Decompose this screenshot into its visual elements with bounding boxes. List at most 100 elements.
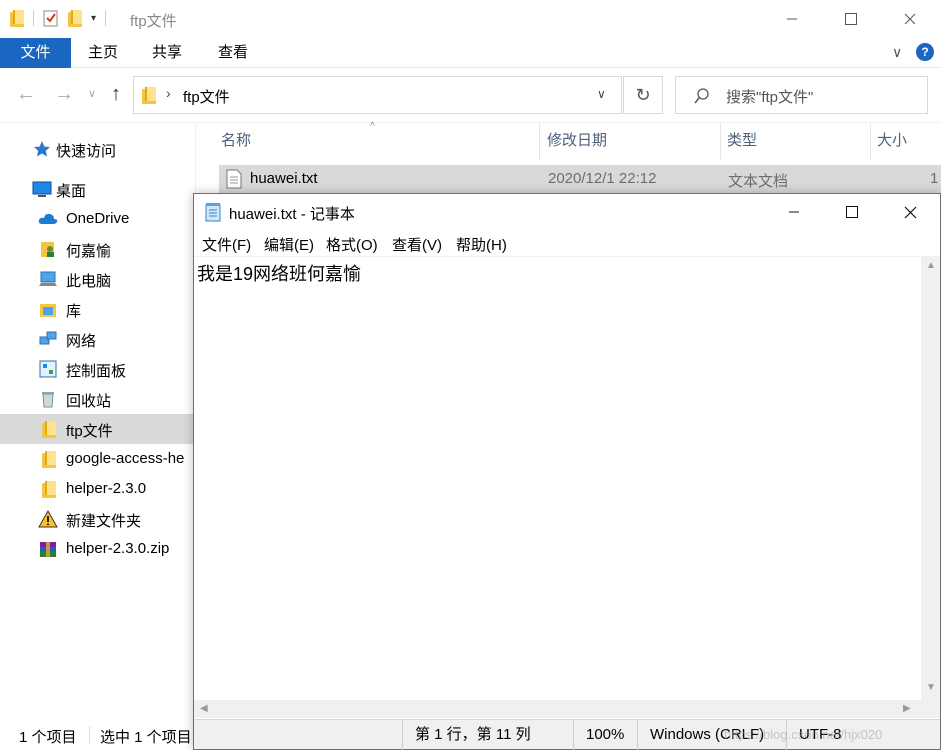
scroll-right-icon[interactable]: ▶ — [903, 703, 911, 714]
notepad-window: huawei.txt - 记事本 文件(F) 编辑(E) 格式(O) 查看(V)… — [193, 193, 941, 750]
column-header-size[interactable]: 大小 — [871, 124, 941, 160]
status-item-count: 1 个项目 — [19, 729, 77, 746]
folder-icon — [42, 420, 56, 438]
properties-icon[interactable] — [43, 9, 59, 27]
sidebar-item-label: 何嘉愉 — [66, 243, 112, 260]
sidebar-item-label: OneDrive — [66, 210, 130, 227]
sidebar-item-label: 库 — [66, 303, 82, 320]
maximize-icon — [845, 13, 857, 25]
notepad-maximize-button[interactable] — [822, 194, 882, 230]
breadcrumb-chevron-icon[interactable]: › — [166, 85, 171, 101]
scroll-left-icon[interactable]: ◀ — [200, 703, 208, 714]
sidebar-item-label: helper-2.3.0.zip — [66, 540, 170, 557]
notepad-icon — [205, 203, 221, 222]
divider — [89, 726, 90, 744]
scroll-down-icon[interactable]: ▼ — [926, 682, 936, 693]
notepad-close-button[interactable] — [880, 194, 940, 230]
forward-button[interactable]: → — [54, 83, 74, 106]
menu-edit[interactable]: 编辑(E) — [264, 234, 314, 255]
notepad-text-area[interactable]: 我是19网络班何嘉愉 — [194, 256, 921, 700]
new-folder-icon[interactable] — [68, 9, 82, 27]
document-content[interactable]: 我是19网络班何嘉愉 — [197, 260, 361, 286]
minimize-icon — [787, 18, 797, 20]
warning-icon — [38, 509, 58, 528]
file-size: 1 — [930, 170, 939, 187]
notepad-status-bar: 第 1 行，第 11 列 100% Windows (CRLF) UTF-8 h… — [194, 719, 940, 750]
minimize-button[interactable] — [762, 0, 822, 38]
network-icon — [39, 331, 57, 345]
folder-icon — [10, 9, 24, 27]
divider — [105, 10, 107, 26]
notepad-title: huawei.txt - 记事本 — [229, 206, 355, 223]
horizontal-scrollbar[interactable]: ◀ ▶ — [194, 700, 921, 718]
column-header-name[interactable]: 名称 — [215, 124, 540, 160]
sidebar-item-helper[interactable]: helper-2.3.0 — [0, 474, 196, 504]
sidebar-item-label: google-access-he — [66, 450, 185, 467]
sidebar-item-user[interactable]: 何嘉愉 — [0, 234, 196, 264]
menu-file[interactable]: 文件(F) — [202, 234, 251, 255]
sidebar-item-helper-zip[interactable]: helper-2.3.0.zip — [0, 534, 196, 564]
sidebar-item-label: 新建文件夹 — [66, 513, 142, 530]
text-file-icon — [226, 169, 242, 189]
cloud-icon — [38, 213, 58, 224]
notepad-minimize-button[interactable] — [764, 194, 824, 230]
sidebar-item-onedrive[interactable]: OneDrive — [0, 204, 196, 234]
vertical-scrollbar[interactable]: ▲ ▼ — [921, 256, 940, 700]
maximize-button[interactable] — [821, 0, 881, 38]
breadcrumb[interactable]: ftp文件 — [183, 86, 230, 107]
sidebar-item-google-access[interactable]: google-access-he — [0, 444, 196, 474]
folder-icon — [42, 480, 56, 498]
tab-home[interactable]: 主页 — [70, 38, 136, 68]
ribbon-expand-icon[interactable]: ∨ — [892, 44, 902, 61]
column-header-modified[interactable]: 修改日期 — [541, 124, 721, 160]
sidebar-item-label: 此电脑 — [66, 273, 112, 290]
sidebar-item-network[interactable]: 网络 — [0, 324, 196, 354]
qat-dropdown-icon[interactable]: ▾ — [91, 13, 96, 24]
sidebar-item-new-folder[interactable]: 新建文件夹 — [0, 504, 196, 534]
window-title: ftp文件 — [130, 13, 177, 30]
folder-icon — [142, 86, 156, 104]
sidebar-item-ftp[interactable]: ftp文件 — [0, 414, 196, 444]
sidebar-item-quick-access[interactable]: 快速访问 — [0, 134, 196, 164]
column-header-type[interactable]: 类型 — [721, 124, 871, 160]
close-icon — [904, 13, 916, 25]
sidebar-item-this-pc[interactable]: 此电脑 — [0, 264, 196, 294]
computer-icon — [39, 271, 57, 286]
address-bar[interactable]: › ftp文件 ∨ — [133, 76, 622, 114]
refresh-icon: ↻ — [635, 84, 651, 105]
notepad-menu-bar: 文件(F) 编辑(E) 格式(O) 查看(V) 帮助(H) — [194, 230, 940, 256]
close-button[interactable] — [880, 0, 940, 38]
back-button[interactable]: ← — [16, 83, 36, 106]
tab-view[interactable]: 查看 — [200, 38, 266, 68]
address-dropdown-icon[interactable]: ∨ — [597, 87, 606, 101]
up-button[interactable]: ↑ — [111, 83, 121, 106]
sidebar-item-desktop[interactable]: 桌面 — [0, 174, 196, 204]
sidebar-item-recycle-bin[interactable]: 回收站 — [0, 384, 196, 414]
notepad-titlebar[interactable]: huawei.txt - 记事本 — [194, 194, 940, 230]
sidebar-item-label: helper-2.3.0 — [66, 480, 147, 497]
minimize-icon — [789, 211, 799, 213]
file-type: 文本文档 — [728, 173, 789, 190]
menu-help[interactable]: 帮助(H) — [456, 234, 507, 255]
file-name: huawei.txt — [250, 170, 318, 187]
desktop-icon — [32, 181, 52, 197]
menu-view[interactable]: 查看(V) — [392, 234, 442, 255]
scroll-up-icon[interactable]: ▲ — [926, 260, 936, 271]
ribbon-tabs: 文件 主页 共享 查看 ∨ ? — [0, 38, 941, 68]
sidebar-item-control-panel[interactable]: 控制面板 — [0, 354, 196, 384]
sidebar-item-library[interactable]: 库 — [0, 294, 196, 324]
menu-format[interactable]: 格式(O) — [326, 234, 378, 255]
archive-icon — [40, 542, 56, 557]
tab-file[interactable]: 文件 — [0, 38, 71, 68]
sidebar-item-label: 网络 — [66, 333, 97, 350]
star-icon — [34, 141, 50, 157]
refresh-button[interactable]: ↻ — [623, 76, 663, 114]
scrollbar-corner — [921, 700, 940, 718]
recent-locations-icon[interactable]: ∨ — [88, 87, 96, 100]
table-row[interactable]: huawei.txt 2020/12/1 22:12 文本文档 1 — [219, 165, 941, 193]
search-input[interactable]: 搜索"ftp文件" — [675, 76, 928, 114]
tab-share[interactable]: 共享 — [134, 38, 200, 68]
sidebar-item-label: 快速访问 — [56, 143, 117, 160]
help-icon[interactable]: ? — [916, 43, 934, 61]
maximize-icon — [846, 206, 858, 218]
